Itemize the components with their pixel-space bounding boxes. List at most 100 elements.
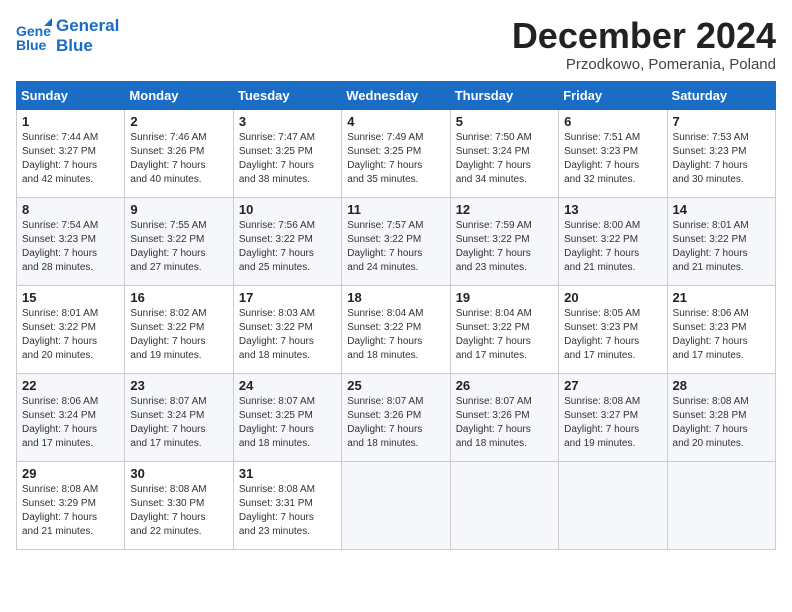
day-info: Sunrise: 7:44 AM Sunset: 3:27 PM Dayligh… [22, 131, 119, 187]
day-info: Sunrise: 8:01 AM Sunset: 3:22 PM Dayligh… [673, 219, 770, 275]
day-info: Sunrise: 7:56 AM Sunset: 3:22 PM Dayligh… [239, 219, 336, 275]
day-number: 19 [456, 290, 553, 305]
calendar-cell: 29Sunrise: 8:08 AM Sunset: 3:29 PM Dayli… [17, 461, 125, 549]
day-info: Sunrise: 8:06 AM Sunset: 3:24 PM Dayligh… [22, 395, 119, 451]
day-info: Sunrise: 7:50 AM Sunset: 3:24 PM Dayligh… [456, 131, 553, 187]
day-info: Sunrise: 8:07 AM Sunset: 3:26 PM Dayligh… [347, 395, 444, 451]
day-number: 13 [564, 202, 661, 217]
calendar-body: 1 Sunrise: 7:44 AM Sunset: 3:27 PM Daylig… [17, 109, 776, 549]
day-number: 3 [239, 114, 336, 129]
day-info: Sunrise: 8:05 AM Sunset: 3:23 PM Dayligh… [564, 307, 661, 363]
day-number: 31 [239, 466, 336, 481]
calendar-cell: 17 Sunrise: 8:03 AM Sunset: 3:22 PM Dayli… [233, 285, 341, 373]
day-info: Sunrise: 8:04 AM Sunset: 3:22 PM Dayligh… [456, 307, 553, 363]
calendar-cell: 25 Sunrise: 8:07 AM Sunset: 3:26 PM Dayli… [342, 373, 450, 461]
calendar-cell: 28 Sunrise: 8:08 AM Sunset: 3:28 PM Dayli… [667, 373, 775, 461]
calendar-table: SundayMondayTuesdayWednesdayThursdayFrid… [16, 81, 776, 550]
location-subtitle: Przodkowo, Pomerania, Poland [512, 56, 776, 73]
day-info: Sunrise: 7:47 AM Sunset: 3:25 PM Dayligh… [239, 131, 336, 187]
day-number: 30 [130, 466, 227, 481]
calendar-cell: 16Sunrise: 8:02 AM Sunset: 3:22 PM Dayli… [125, 285, 233, 373]
calendar-cell: 14 Sunrise: 8:01 AM Sunset: 3:22 PM Dayli… [667, 197, 775, 285]
page-header: General Blue General Blue December 2024 … [16, 16, 776, 73]
title-block: December 2024 Przodkowo, Pomerania, Pola… [512, 16, 776, 73]
day-info: Sunrise: 8:07 AM Sunset: 3:24 PM Dayligh… [130, 395, 227, 451]
day-info: Sunrise: 7:54 AM Sunset: 3:23 PM Dayligh… [22, 219, 119, 275]
day-info: Sunrise: 8:04 AM Sunset: 3:22 PM Dayligh… [347, 307, 444, 363]
day-info: Sunrise: 8:06 AM Sunset: 3:23 PM Dayligh… [673, 307, 770, 363]
logo-text-blue: Blue [56, 36, 119, 56]
day-number: 27 [564, 378, 661, 393]
day-number: 18 [347, 290, 444, 305]
calendar-cell [342, 461, 450, 549]
day-info: Sunrise: 7:49 AM Sunset: 3:25 PM Dayligh… [347, 131, 444, 187]
calendar-cell: 20 Sunrise: 8:05 AM Sunset: 3:23 PM Dayli… [559, 285, 667, 373]
day-info: Sunrise: 7:57 AM Sunset: 3:22 PM Dayligh… [347, 219, 444, 275]
day-number: 23 [130, 378, 227, 393]
day-number: 22 [22, 378, 119, 393]
weekday-thursday: Thursday [450, 81, 558, 109]
day-number: 25 [347, 378, 444, 393]
calendar-cell: 13 Sunrise: 8:00 AM Sunset: 3:22 PM Dayli… [559, 197, 667, 285]
weekday-monday: Monday [125, 81, 233, 109]
day-number: 6 [564, 114, 661, 129]
day-info: Sunrise: 8:08 AM Sunset: 3:29 PM Dayligh… [22, 483, 119, 539]
day-number: 12 [456, 202, 553, 217]
month-title: December 2024 [512, 16, 776, 56]
day-info: Sunrise: 8:08 AM Sunset: 3:27 PM Dayligh… [564, 395, 661, 451]
logo: General Blue General Blue [16, 16, 119, 57]
calendar-cell: 7 Sunrise: 7:53 AM Sunset: 3:23 PM Daylig… [667, 109, 775, 197]
calendar-cell: 5 Sunrise: 7:50 AM Sunset: 3:24 PM Daylig… [450, 109, 558, 197]
day-info: Sunrise: 8:08 AM Sunset: 3:31 PM Dayligh… [239, 483, 336, 539]
day-info: Sunrise: 7:53 AM Sunset: 3:23 PM Dayligh… [673, 131, 770, 187]
calendar-cell: 9Sunrise: 7:55 AM Sunset: 3:22 PM Daylig… [125, 197, 233, 285]
calendar-cell: 31 Sunrise: 8:08 AM Sunset: 3:31 PM Dayli… [233, 461, 341, 549]
weekday-saturday: Saturday [667, 81, 775, 109]
calendar-cell [559, 461, 667, 549]
logo-text-general: General [56, 16, 119, 36]
calendar-week-5: 29Sunrise: 8:08 AM Sunset: 3:29 PM Dayli… [17, 461, 776, 549]
day-info: Sunrise: 7:51 AM Sunset: 3:23 PM Dayligh… [564, 131, 661, 187]
day-info: Sunrise: 8:08 AM Sunset: 3:28 PM Dayligh… [673, 395, 770, 451]
day-number: 8 [22, 202, 119, 217]
day-number: 14 [673, 202, 770, 217]
calendar-cell: 21 Sunrise: 8:06 AM Sunset: 3:23 PM Dayli… [667, 285, 775, 373]
calendar-cell: 27 Sunrise: 8:08 AM Sunset: 3:27 PM Dayli… [559, 373, 667, 461]
day-number: 15 [22, 290, 119, 305]
calendar-cell: 3 Sunrise: 7:47 AM Sunset: 3:25 PM Daylig… [233, 109, 341, 197]
day-number: 20 [564, 290, 661, 305]
calendar-cell: 10Sunrise: 7:56 AM Sunset: 3:22 PM Dayli… [233, 197, 341, 285]
day-number: 7 [673, 114, 770, 129]
day-info: Sunrise: 8:08 AM Sunset: 3:30 PM Dayligh… [130, 483, 227, 539]
day-number: 24 [239, 378, 336, 393]
calendar-week-3: 15 Sunrise: 8:01 AM Sunset: 3:22 PM Dayli… [17, 285, 776, 373]
calendar-cell: 18 Sunrise: 8:04 AM Sunset: 3:22 PM Dayli… [342, 285, 450, 373]
day-info: Sunrise: 8:01 AM Sunset: 3:22 PM Dayligh… [22, 307, 119, 363]
calendar-cell [667, 461, 775, 549]
calendar-cell: 23 Sunrise: 8:07 AM Sunset: 3:24 PM Dayli… [125, 373, 233, 461]
day-info: Sunrise: 7:46 AM Sunset: 3:26 PM Dayligh… [130, 131, 227, 187]
weekday-sunday: Sunday [17, 81, 125, 109]
day-number: 1 [22, 114, 119, 129]
weekday-wednesday: Wednesday [342, 81, 450, 109]
svg-text:Blue: Blue [16, 37, 47, 53]
day-number: 4 [347, 114, 444, 129]
calendar-week-2: 8 Sunrise: 7:54 AM Sunset: 3:23 PM Daylig… [17, 197, 776, 285]
day-number: 17 [239, 290, 336, 305]
calendar-week-1: 1 Sunrise: 7:44 AM Sunset: 3:27 PM Daylig… [17, 109, 776, 197]
day-number: 5 [456, 114, 553, 129]
day-number: 26 [456, 378, 553, 393]
day-number: 2 [130, 114, 227, 129]
day-number: 28 [673, 378, 770, 393]
calendar-cell: 22 Sunrise: 8:06 AM Sunset: 3:24 PM Dayli… [17, 373, 125, 461]
day-number: 21 [673, 290, 770, 305]
calendar-cell [450, 461, 558, 549]
day-number: 11 [347, 202, 444, 217]
day-info: Sunrise: 8:07 AM Sunset: 3:25 PM Dayligh… [239, 395, 336, 451]
day-info: Sunrise: 8:00 AM Sunset: 3:22 PM Dayligh… [564, 219, 661, 275]
day-info: Sunrise: 7:55 AM Sunset: 3:22 PM Dayligh… [130, 219, 227, 275]
day-info: Sunrise: 8:03 AM Sunset: 3:22 PM Dayligh… [239, 307, 336, 363]
calendar-cell: 11 Sunrise: 7:57 AM Sunset: 3:22 PM Dayli… [342, 197, 450, 285]
calendar-cell: 26Sunrise: 8:07 AM Sunset: 3:26 PM Dayli… [450, 373, 558, 461]
calendar-cell: 24 Sunrise: 8:07 AM Sunset: 3:25 PM Dayli… [233, 373, 341, 461]
